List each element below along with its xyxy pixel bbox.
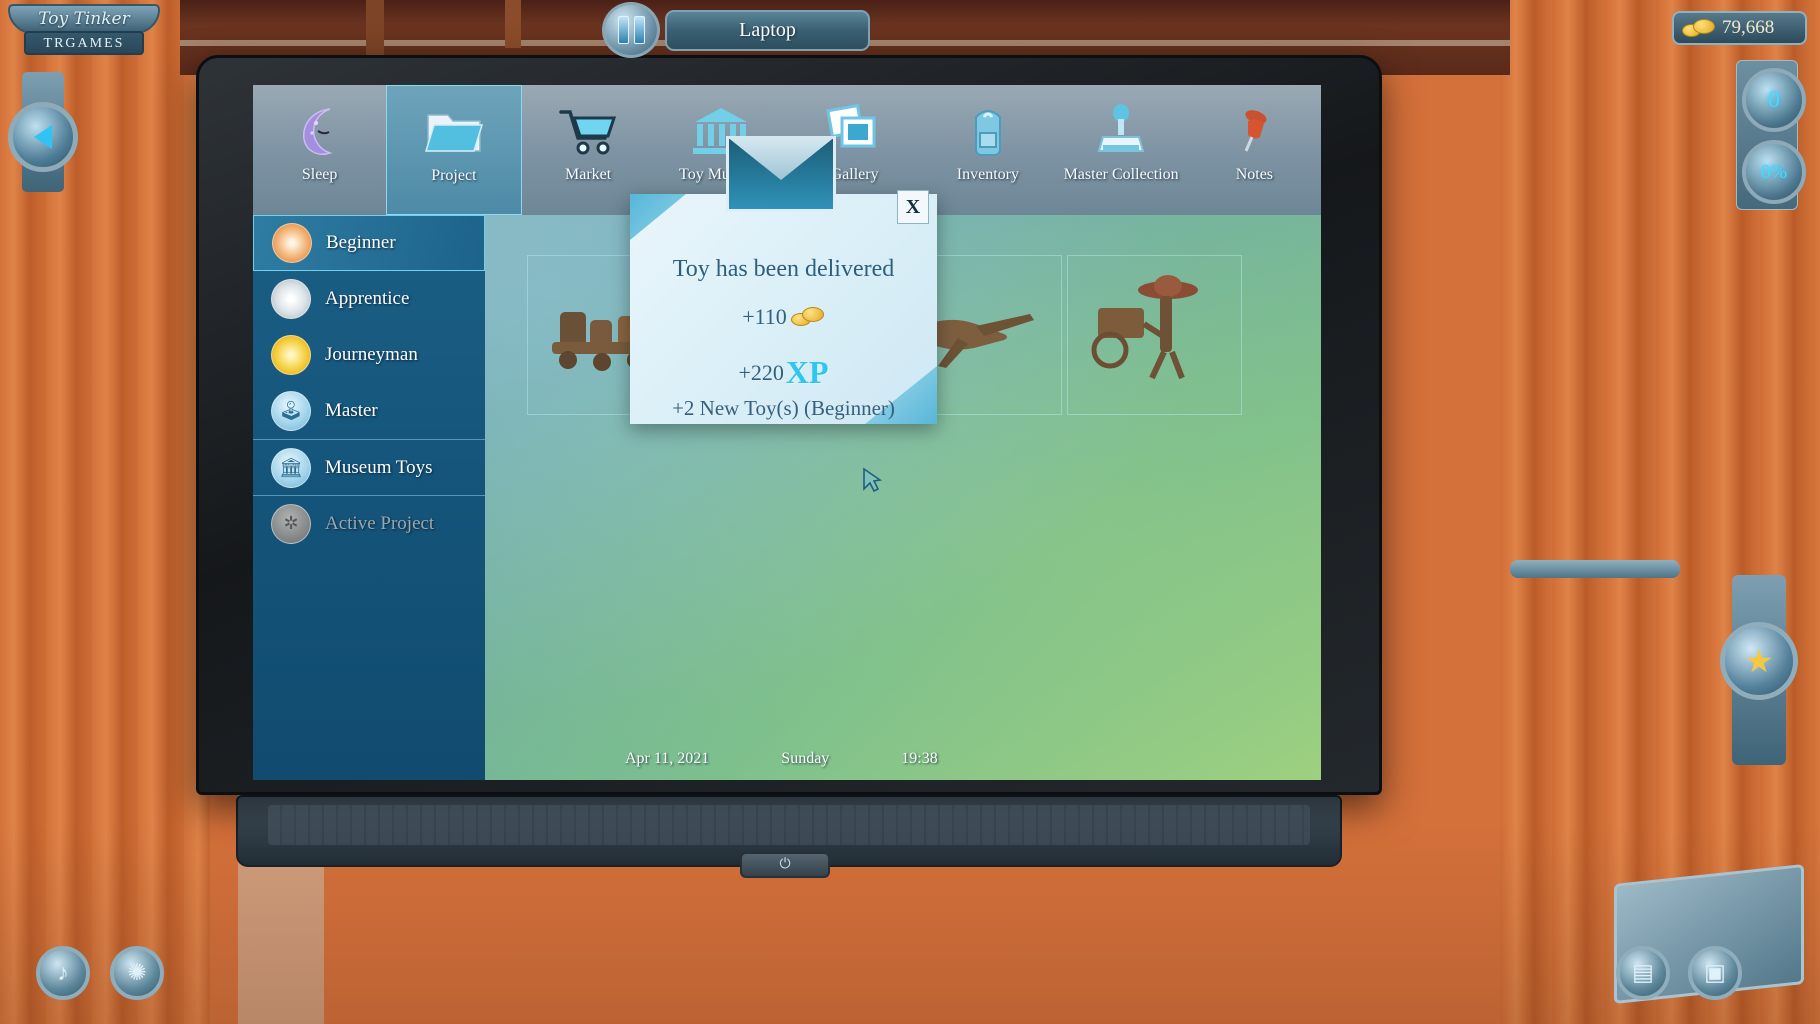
popup-coin-amount: +110 bbox=[742, 304, 787, 329]
game-logo: Toy Tinker TRGAMES bbox=[8, 4, 160, 66]
sidebar-item-apprentice[interactable]: Apprentice bbox=[253, 271, 485, 327]
nav-label: Notes bbox=[1235, 166, 1274, 183]
pause-button[interactable] bbox=[602, 2, 660, 58]
popup-new-toys: +2 New Toy(s) (Beginner) bbox=[672, 396, 895, 420]
star-dial-button[interactable]: ★ bbox=[1720, 622, 1798, 700]
sidebar-item-label: Apprentice bbox=[325, 288, 410, 309]
star-icon: ★ bbox=[1744, 643, 1774, 679]
pushpin-icon bbox=[1228, 97, 1280, 165]
gauge-percent[interactable]: 0% bbox=[1742, 140, 1806, 204]
coin-balance-value: 79,668 bbox=[1722, 17, 1775, 38]
shopping-cart-icon bbox=[557, 97, 619, 165]
book-button[interactable]: ▤ bbox=[1616, 946, 1670, 1000]
delivery-popup: X Toy has been delivered +110 +220 XP +2… bbox=[630, 136, 937, 424]
sidebar-item-label: Master bbox=[325, 400, 378, 421]
museum-orb-icon: 🏛 bbox=[271, 447, 311, 488]
left-dial-button[interactable] bbox=[8, 102, 78, 172]
popup-corner-fold bbox=[630, 194, 686, 240]
laptop-keyboard bbox=[268, 805, 1310, 845]
book-icon: ▤ bbox=[1632, 960, 1654, 985]
coin-stack-icon bbox=[1682, 17, 1716, 39]
coin-stack-icon bbox=[790, 306, 825, 328]
nav-item-sleep[interactable]: Sleep bbox=[253, 85, 386, 215]
logo-studio: TRGAMES bbox=[24, 31, 144, 55]
nav-item-master-collection[interactable]: Master Collection bbox=[1055, 85, 1188, 215]
folder-icon bbox=[424, 98, 484, 166]
popup-xp-amount: +220 bbox=[738, 359, 784, 385]
sidebar-item-active-project[interactable]: ✲ Active Project bbox=[253, 495, 485, 551]
status-bar: Apr 11, 2021 Sunday 19:38 bbox=[253, 738, 1321, 780]
nav-item-notes[interactable]: Notes bbox=[1188, 85, 1321, 215]
popup-coin-reward: +110 bbox=[630, 304, 937, 330]
wall-beam bbox=[505, 0, 521, 48]
sidebar-item-label: Beginner bbox=[326, 232, 396, 253]
camera-button[interactable]: ▣ bbox=[1688, 946, 1742, 1000]
nav-label: Market bbox=[565, 166, 612, 183]
nav-label: Sleep bbox=[301, 166, 338, 183]
joystick-orb-icon: 🕹 bbox=[271, 391, 311, 431]
wall-beam bbox=[366, 0, 384, 58]
pause-icon bbox=[633, 16, 645, 44]
status-weekday: Sunday bbox=[781, 750, 830, 767]
status-date: Apr 11, 2021 bbox=[625, 750, 710, 767]
coin-balance: 79,668 bbox=[1672, 11, 1807, 45]
moon-icon bbox=[292, 97, 348, 165]
disabled-orb-icon: ✲ bbox=[271, 503, 311, 544]
sidebar-item-label: Active Project bbox=[325, 512, 435, 534]
laptop-screen: Sleep Project Market Toy Museum Gallery … bbox=[253, 85, 1321, 780]
camera-icon: ▣ bbox=[1704, 960, 1726, 985]
palette-icon: ✺ bbox=[127, 960, 147, 985]
sidebar-item-museum-toys[interactable]: 🏛 Museum Toys bbox=[253, 439, 485, 495]
popup-title: Toy has been delivered bbox=[672, 256, 895, 282]
toy-slot[interactable] bbox=[1067, 255, 1242, 415]
gold-orb-icon bbox=[271, 335, 311, 375]
status-time: 19:38 bbox=[901, 750, 938, 767]
sidebar-item-beginner[interactable]: Beginner bbox=[253, 215, 485, 271]
joystick-icon bbox=[1095, 97, 1147, 165]
window-title: Laptop bbox=[665, 10, 870, 51]
music-button[interactable]: ♪ bbox=[36, 946, 90, 1000]
xp-label: XP bbox=[785, 354, 829, 390]
project-sidebar: Beginner Apprentice Journeyman 🕹 Master … bbox=[253, 215, 485, 780]
silver-orb-icon bbox=[271, 279, 311, 319]
nav-label: Project bbox=[431, 167, 477, 184]
sidebar-item-label: Journeyman bbox=[325, 344, 418, 365]
orange-orb-icon bbox=[272, 223, 312, 263]
nav-item-project[interactable]: Project bbox=[386, 85, 522, 215]
music-note-icon: ♪ bbox=[57, 960, 69, 985]
pause-icon bbox=[617, 16, 629, 44]
sidebar-item-label: Museum Toys bbox=[325, 456, 433, 478]
nav-label: Master Collection bbox=[1063, 166, 1179, 183]
palette-button[interactable]: ✺ bbox=[110, 946, 164, 1000]
popup-close-button[interactable]: X bbox=[897, 190, 929, 224]
play-triangle-icon bbox=[34, 125, 52, 149]
gauge-count[interactable]: 0 bbox=[1742, 68, 1806, 132]
nav-label: Gallery bbox=[830, 166, 879, 183]
backpack-icon bbox=[962, 97, 1014, 165]
right-arm bbox=[1510, 560, 1680, 578]
logo-title: Toy Tinker bbox=[8, 4, 160, 34]
nav-label: Inventory bbox=[956, 166, 1019, 183]
sidebar-item-journeyman[interactable]: Journeyman bbox=[253, 327, 485, 383]
envelope-icon bbox=[726, 136, 836, 212]
nav-item-inventory[interactable]: Inventory bbox=[921, 85, 1054, 215]
arrow-cursor-icon bbox=[861, 467, 883, 498]
power-button[interactable]: ⏻ bbox=[740, 852, 830, 878]
sidebar-item-master[interactable]: 🕹 Master bbox=[253, 383, 485, 439]
popup-xp-reward: +220 XP bbox=[630, 354, 937, 391]
